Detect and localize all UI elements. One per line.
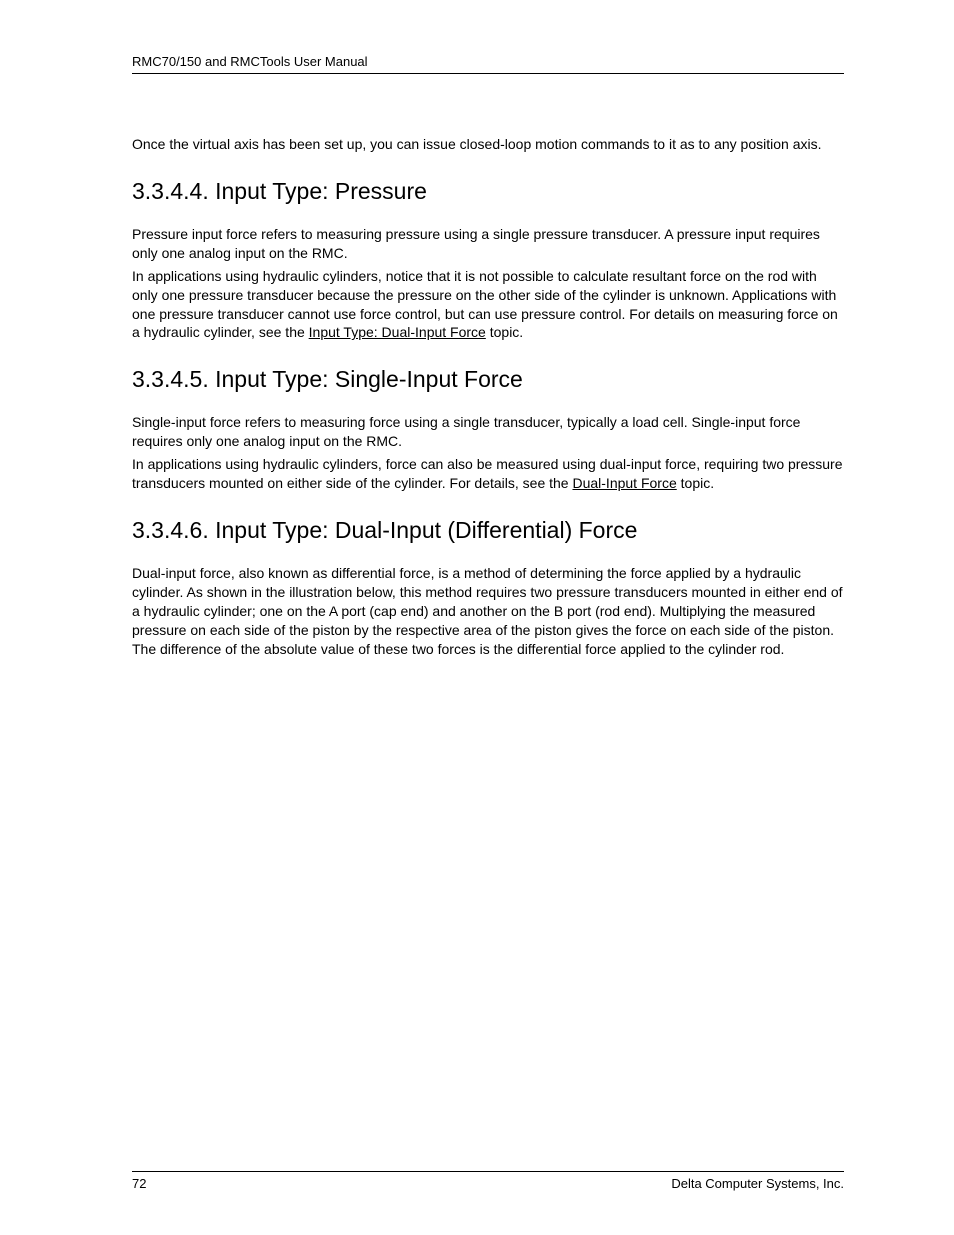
body-text-span: In applications using hydraulic cylinder… (132, 456, 843, 491)
link-dual-input-force[interactable]: Input Type: Dual-Input Force (309, 324, 486, 340)
page-content: Once the virtual axis has been set up, y… (132, 135, 844, 662)
body-text: Dual-input force, also known as differen… (132, 564, 844, 658)
heading-single-input-force: 3.3.4.5. Input Type: Single-Input Force (132, 364, 844, 395)
header-rule (132, 73, 844, 74)
page-header: RMC70/150 and RMCTools User Manual (132, 54, 844, 81)
footer-row: 72 Delta Computer Systems, Inc. (132, 1176, 844, 1191)
body-text: Single-input force refers to measuring f… (132, 413, 844, 451)
page-footer: 72 Delta Computer Systems, Inc. (132, 1165, 844, 1192)
footer-rule (132, 1171, 844, 1172)
link-dual-input-force[interactable]: Dual-Input Force (572, 475, 676, 491)
body-text-span: topic. (677, 475, 714, 491)
page-number: 72 (132, 1176, 146, 1191)
heading-dual-input-force: 3.3.4.6. Input Type: Dual-Input (Differe… (132, 515, 844, 546)
heading-pressure: 3.3.4.4. Input Type: Pressure (132, 176, 844, 207)
header-title: RMC70/150 and RMCTools User Manual (132, 54, 368, 69)
body-text: In applications using hydraulic cylinder… (132, 455, 844, 493)
body-text-span: topic. (486, 324, 523, 340)
footer-company: Delta Computer Systems, Inc. (671, 1176, 844, 1191)
body-text: In applications using hydraulic cylinder… (132, 267, 844, 343)
page: RMC70/150 and RMCTools User Manual Once … (0, 0, 954, 1235)
intro-paragraph: Once the virtual axis has been set up, y… (132, 135, 844, 154)
body-text: Pressure input force refers to measuring… (132, 225, 844, 263)
